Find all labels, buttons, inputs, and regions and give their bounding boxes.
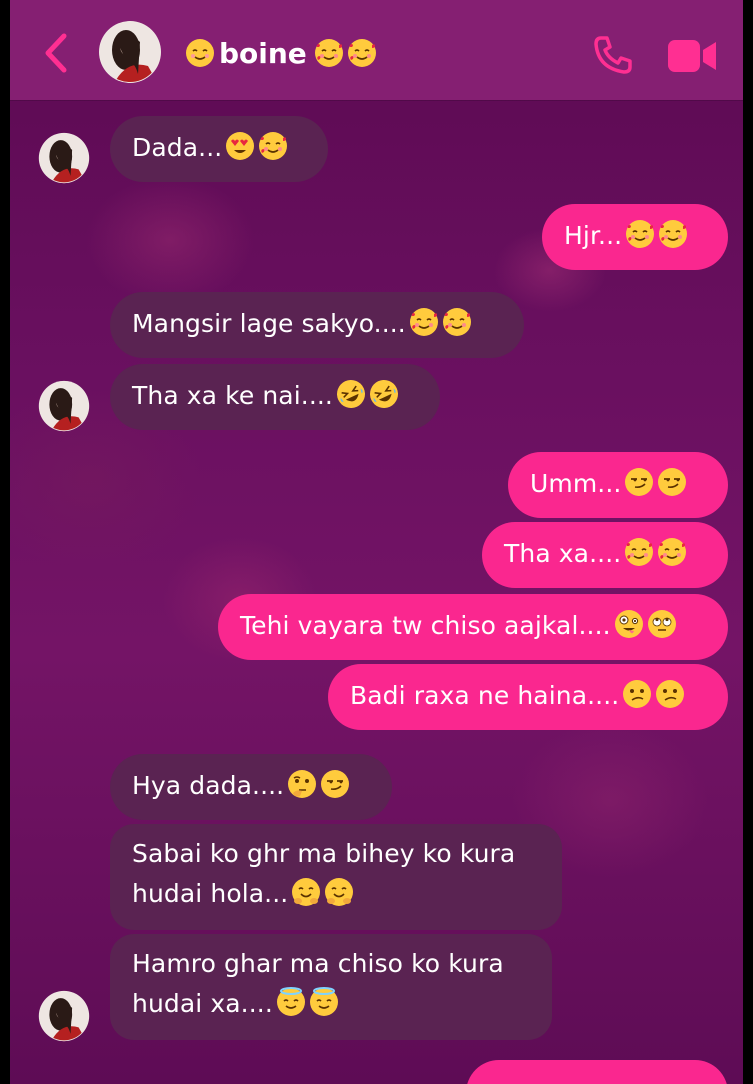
confused-emoji	[622, 679, 652, 709]
chat-screen: boine Dada... Hjr... Mangsir lage sakyo.…	[10, 0, 743, 1084]
message-text: Tha xa ke nai....	[132, 381, 333, 410]
smirk-emoji	[320, 769, 350, 799]
phone-icon	[594, 36, 632, 74]
zany-emoji	[614, 609, 644, 639]
hugging-emoji	[324, 877, 354, 907]
message-text: Badi raxa ne haina....	[350, 681, 620, 710]
outgoing-message[interactable]: Badi raxa ne haina....	[328, 664, 728, 730]
halo-emoji	[276, 987, 306, 1017]
message-text: Tha xa....	[504, 539, 622, 568]
smiling-hearts-emoji	[442, 307, 472, 337]
confused-emoji	[655, 679, 685, 709]
voice-call-button[interactable]	[592, 34, 634, 76]
message-text: Tehi vayara tw chiso aajkal....	[240, 611, 611, 640]
incoming-message[interactable]: Mangsir lage sakyo....	[110, 292, 524, 358]
message-text: Hya dada....	[132, 771, 285, 800]
smiling-hearts-emoji	[657, 537, 687, 567]
smiling-hearts-emoji	[625, 219, 655, 249]
contact-name[interactable]: boine	[182, 34, 377, 74]
video-camera-icon	[668, 40, 716, 72]
back-icon	[45, 33, 67, 73]
smiling-hearts-emoji	[314, 38, 344, 68]
contact-avatar[interactable]	[98, 20, 162, 84]
smiling-hearts-emoji	[347, 38, 377, 68]
video-call-button[interactable]	[666, 36, 718, 76]
back-button[interactable]	[38, 30, 74, 76]
rofl-emoji	[336, 379, 366, 409]
heart-eyes-emoji	[225, 131, 255, 161]
rofl-emoji	[369, 379, 399, 409]
thinking-emoji	[287, 769, 317, 799]
chat-header: boine	[10, 0, 743, 100]
sender-avatar[interactable]	[38, 132, 90, 184]
smiling-hearts-emoji	[624, 537, 654, 567]
outgoing-message[interactable]: Hjr...	[542, 204, 728, 270]
message-text: Umm...	[530, 469, 622, 498]
contact-name-text: boine	[219, 37, 307, 70]
smirk-emoji	[657, 467, 687, 497]
sender-avatar[interactable]	[38, 380, 90, 432]
outgoing-message[interactable]	[466, 1060, 728, 1084]
incoming-message[interactable]: Dada...	[110, 116, 328, 182]
message-text: Mangsir lage sakyo....	[132, 309, 406, 338]
incoming-message[interactable]: Hamro ghar ma chiso ko kura hudai xa....	[110, 934, 552, 1040]
hugging-emoji	[291, 877, 321, 907]
message-text: Hjr...	[564, 221, 623, 250]
smirk-emoji	[624, 467, 654, 497]
outgoing-message[interactable]: Tehi vayara tw chiso aajkal....	[218, 594, 728, 660]
eye-roll-emoji	[647, 609, 677, 639]
message-text: Dada...	[132, 133, 223, 162]
incoming-message[interactable]: Sabai ko ghr ma bihey ko kura hudai hola…	[110, 824, 562, 930]
outgoing-message[interactable]: Umm...	[508, 452, 728, 518]
smiling-emoji	[185, 38, 215, 68]
halo-emoji	[309, 987, 339, 1017]
smiling-hearts-emoji	[409, 307, 439, 337]
smiling-hearts-emoji	[658, 219, 688, 249]
incoming-message[interactable]: Hya dada....	[110, 754, 392, 820]
smiling-hearts-emoji	[258, 131, 288, 161]
sender-avatar[interactable]	[38, 990, 90, 1042]
incoming-message[interactable]: Tha xa ke nai....	[110, 364, 440, 430]
outgoing-message[interactable]: Tha xa....	[482, 522, 728, 588]
